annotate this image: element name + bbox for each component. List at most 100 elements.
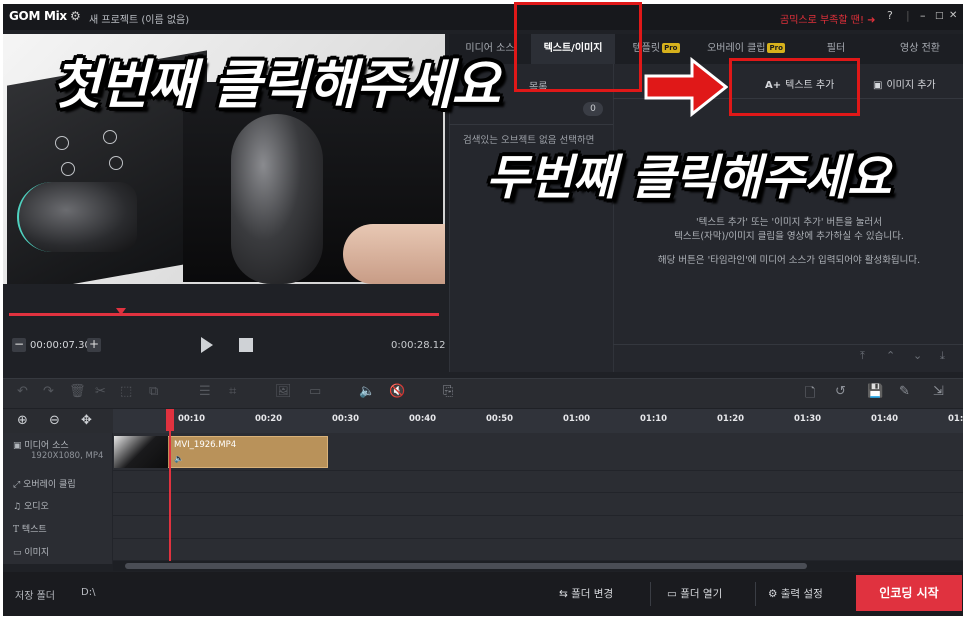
- stop-icon[interactable]: [239, 338, 253, 352]
- crop-select-icon[interactable]: ⬚: [120, 384, 132, 399]
- seek-handle[interactable]: [116, 308, 126, 315]
- timeline-scrollbar-thumb[interactable]: [125, 563, 807, 569]
- text-track[interactable]: [113, 516, 963, 539]
- move-top-icon[interactable]: ⤒: [860, 349, 865, 363]
- track-media-source-label: ▣ 미디어 소스: [13, 438, 123, 451]
- maximize-button[interactable]: □: [935, 11, 944, 21]
- overlay-icon: ⤢: [13, 480, 24, 490]
- timeline-toolbar: [3, 378, 963, 408]
- app-logo: GOM Mix: [9, 9, 67, 23]
- play-icon[interactable]: [201, 337, 213, 353]
- add-image-label: 이미지 추가: [886, 80, 936, 91]
- redo-icon[interactable]: ↷: [43, 384, 54, 399]
- timeline-ruler[interactable]: [113, 409, 963, 433]
- track-label: 텍스트: [21, 525, 47, 535]
- volume-icon[interactable]: 🔈: [359, 384, 375, 399]
- image-icon[interactable]: ▭: [309, 384, 321, 399]
- trash-icon[interactable]: 🗑: [69, 384, 86, 399]
- preview-lid-icon: [55, 136, 69, 150]
- text-icon: T: [13, 525, 22, 535]
- move-up-icon[interactable]: ⌃: [886, 349, 895, 362]
- current-timecode: 00:00:07.30: [30, 340, 91, 351]
- output-settings-button[interactable]: ⚙ 출력 설정: [768, 582, 823, 606]
- ruler-tick-label: 01:20: [717, 414, 745, 424]
- open-folder-button[interactable]: ▭ 폴더 열기: [667, 582, 722, 606]
- folder-change-icon: ⇆: [559, 588, 572, 600]
- save-icon[interactable]: 💾: [867, 384, 883, 399]
- ruler-tick-label: 01:40: [871, 414, 899, 424]
- overlay-track[interactable]: [113, 471, 963, 493]
- timecode-increase-button[interactable]: +: [87, 338, 101, 352]
- ruler-tick-label: 00:30: [332, 414, 360, 424]
- save-as-icon[interactable]: ✎: [899, 384, 910, 399]
- track-image-label: ▭ 이미지: [13, 545, 123, 558]
- ruler-tick-label: 01:00: [563, 414, 591, 424]
- tab-transition[interactable]: 영상 전환: [877, 34, 963, 64]
- start-encoding-button[interactable]: 인코딩 시작: [856, 575, 962, 611]
- playhead[interactable]: [169, 409, 171, 561]
- music-icon: ♫: [13, 502, 24, 512]
- tab-overlay-label: 오버레이 클립: [707, 43, 766, 54]
- preview-lid-icon: [109, 156, 123, 170]
- zoom-in-icon[interactable]: ⊕: [17, 413, 28, 428]
- divider: [449, 124, 613, 125]
- copy-icon[interactable]: ⧉: [149, 384, 158, 399]
- image-icon: ▭: [13, 548, 25, 558]
- track-label: 오버레이 클립: [23, 480, 76, 490]
- annotation-box-second: [729, 58, 860, 116]
- playhead-handle[interactable]: [166, 409, 174, 431]
- ruler-tick-label: 01:30: [794, 414, 822, 424]
- pro-badge: Pro: [767, 43, 785, 53]
- clip-thumbnail: [114, 436, 168, 468]
- change-folder-button[interactable]: ⇆ 폴더 변경: [559, 582, 613, 606]
- add-image-icon: ▣: [873, 80, 883, 91]
- ruler-tick-label: 00:50: [486, 414, 514, 424]
- capture-icon[interactable]: ⎘: [443, 384, 453, 399]
- save-folder-label: 저장 폴더: [15, 591, 55, 602]
- folder-icon: ▭: [667, 588, 681, 600]
- adjust-icon[interactable]: ☰: [199, 384, 211, 399]
- add-image-button[interactable]: ▣ 이미지 추가: [873, 76, 936, 91]
- timecode-decrease-button[interactable]: −: [12, 338, 26, 352]
- title-divider: |: [906, 9, 910, 22]
- clip-filename: MVI_1926.MP4: [174, 440, 237, 450]
- open-folder-label: 폴더 열기: [680, 588, 723, 600]
- ruler-tick-label: 00:40: [409, 414, 437, 424]
- open-icon[interactable]: ↺: [835, 384, 846, 399]
- divider: [650, 582, 651, 606]
- preview-mouse: [231, 114, 323, 284]
- gear-icon[interactable]: ⚙: [70, 9, 81, 23]
- change-folder-label: 폴더 변경: [571, 588, 614, 600]
- track-audio-label: ♫ 오디오: [13, 499, 123, 512]
- export-icon[interactable]: ⇲: [933, 384, 944, 399]
- hint-text: '텍스트 추가' 또는 '이미지 추가' 버튼을 눌러서: [696, 217, 882, 228]
- promo-banner-link[interactable]: 곰믹스로 부족할 땐! ➜: [780, 11, 876, 26]
- object-count-badge: 0: [583, 102, 603, 116]
- track-label: 오디오: [23, 502, 49, 512]
- help-button[interactable]: ?: [887, 9, 893, 22]
- seek-bar[interactable]: [9, 313, 439, 316]
- mute-icon[interactable]: 🔇: [389, 384, 405, 399]
- image-track[interactable]: [113, 539, 963, 561]
- preview-lid-icon: [61, 162, 75, 176]
- audio-track[interactable]: [113, 493, 963, 516]
- divider: [755, 582, 756, 606]
- scissors-icon[interactable]: ✂: [95, 384, 106, 399]
- output-settings-label: 출력 설정: [780, 588, 823, 600]
- image-frame-icon[interactable]: 🖼: [275, 384, 292, 399]
- fit-icon[interactable]: ✥: [81, 413, 92, 428]
- undo-icon[interactable]: ↶: [17, 384, 28, 399]
- move-bottom-icon[interactable]: ⤓: [940, 349, 945, 363]
- zoom-out-icon[interactable]: ⊖: [49, 413, 60, 428]
- hint-text: 해당 버튼은 '타임라인'에 미디어 소스가 입력되어야 활성화됩니다.: [657, 255, 921, 266]
- minimize-button[interactable]: –: [920, 9, 926, 22]
- close-button[interactable]: ✕: [949, 10, 957, 21]
- ruler-tick-label: 01:10: [640, 414, 668, 424]
- pro-badge: Pro: [662, 43, 680, 53]
- hint-text: 텍스트(자막)/이미지 클립을 영상에 추가하실 수 있습니다.: [674, 231, 904, 242]
- move-down-icon[interactable]: ⌄: [913, 349, 922, 362]
- ruler-tick-label: 00:10: [178, 414, 206, 424]
- track-label: 이미지: [24, 548, 50, 558]
- new-file-icon[interactable]: 🗋: [805, 384, 815, 406]
- crop-icon[interactable]: ⌗: [229, 384, 236, 399]
